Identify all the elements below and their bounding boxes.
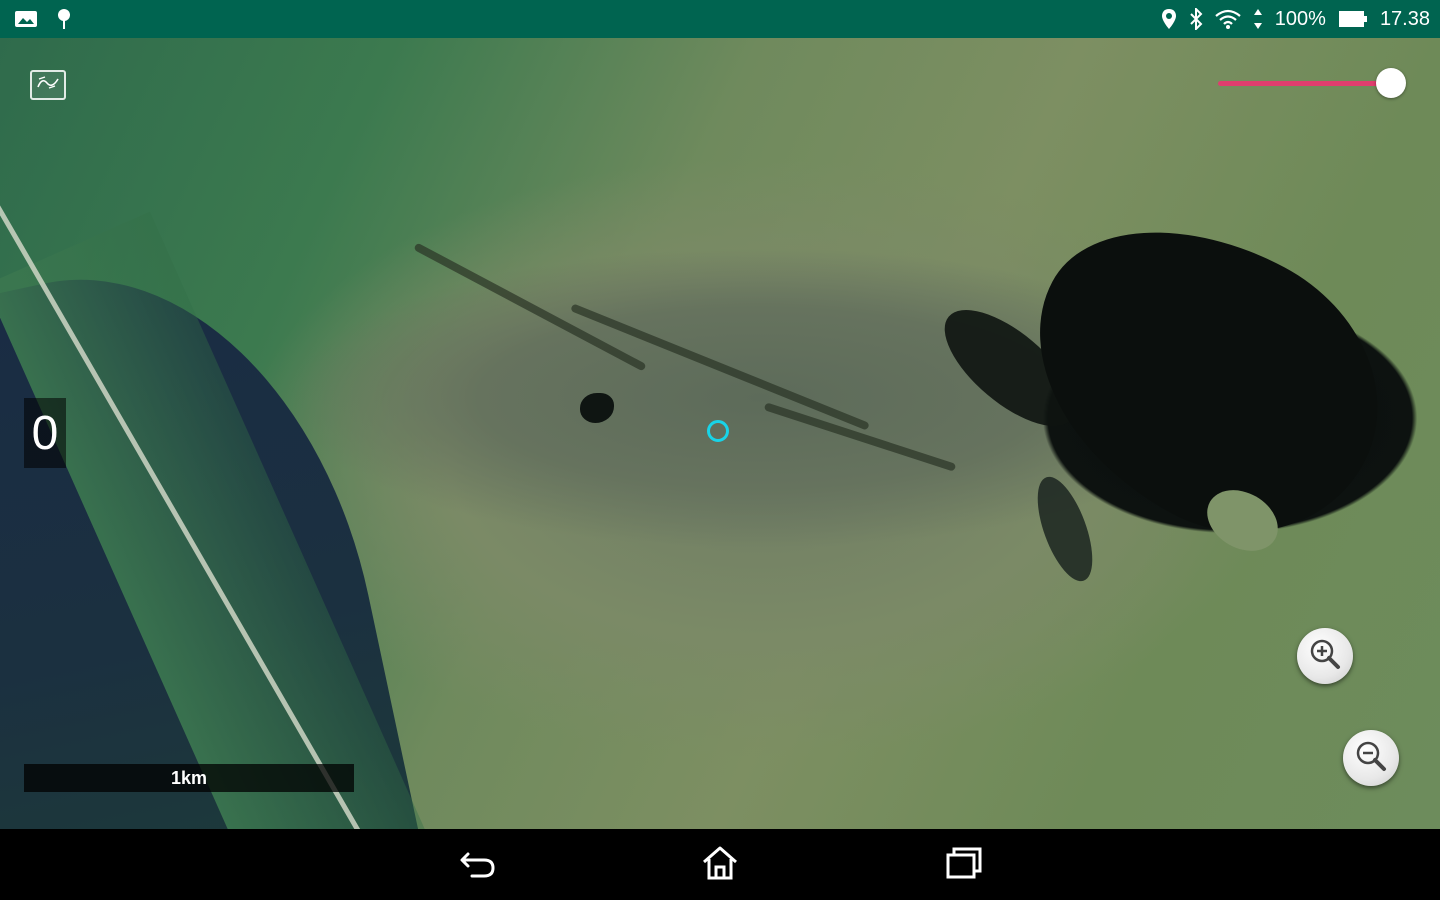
- recent-apps-icon: [944, 845, 984, 886]
- clock: 17.38: [1379, 7, 1430, 30]
- status-bar: 100% 17.38: [0, 0, 1440, 38]
- map-opacity-slider[interactable]: [1218, 68, 1406, 98]
- back-icon: [458, 846, 498, 885]
- home-button[interactable]: [698, 843, 742, 887]
- status-left: [14, 7, 72, 31]
- status-right: 100% 17.38: [1161, 8, 1430, 31]
- gallery-icon: [14, 9, 38, 29]
- pin-notification-icon: [56, 7, 72, 31]
- slider-track[interactable]: [1218, 81, 1390, 86]
- data-arrows-icon: [1253, 8, 1263, 30]
- wifi-icon: [1215, 8, 1241, 30]
- ridge-line: [570, 303, 870, 431]
- ridge-line: [763, 402, 957, 472]
- bluetooth-icon: [1189, 8, 1203, 30]
- navigation-bar: [0, 829, 1440, 900]
- counter-display: 0: [24, 398, 66, 468]
- zoom-in-button[interactable]: [1297, 628, 1353, 684]
- scale-label: 1km: [170, 767, 208, 788]
- battery-percentage: 100%: [1274, 7, 1326, 30]
- current-location-marker: [707, 420, 729, 442]
- slider-thumb[interactable]: [1376, 68, 1406, 98]
- lake-arm: [1026, 470, 1104, 588]
- home-icon: [700, 844, 740, 887]
- zoom-out-button[interactable]: [1343, 730, 1399, 786]
- ridge-line: [413, 242, 647, 372]
- location-icon: [1161, 8, 1177, 30]
- recent-apps-button[interactable]: [942, 843, 986, 887]
- zoom-out-icon: [1353, 738, 1389, 779]
- small-lake: [580, 393, 614, 423]
- zoom-in-icon: [1307, 636, 1343, 677]
- battery-icon: [1338, 9, 1368, 29]
- map-layers-button[interactable]: [30, 70, 66, 100]
- scale-bar: 1km: [24, 764, 354, 792]
- back-button[interactable]: [456, 843, 500, 887]
- map-layers-icon: [35, 73, 61, 98]
